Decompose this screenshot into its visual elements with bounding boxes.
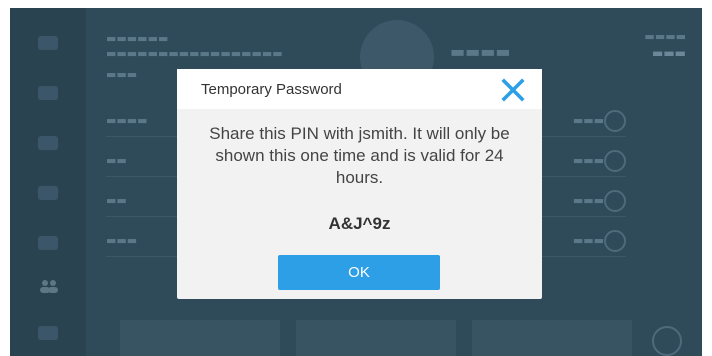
temporary-pin: A&J^9z bbox=[328, 214, 391, 233]
chevron-right-icon bbox=[604, 190, 626, 212]
header-detail-blurred: ▬▬▬ bbox=[106, 68, 138, 81]
ok-button[interactable]: OK bbox=[278, 255, 440, 290]
right-value-blurred: ▬▬▬ bbox=[651, 46, 686, 60]
users-icon bbox=[38, 278, 60, 294]
chevron-right-icon bbox=[604, 110, 626, 132]
dialog-header: Temporary Password bbox=[177, 69, 542, 109]
chevron-right-icon bbox=[604, 230, 626, 252]
close-icon[interactable] bbox=[500, 77, 526, 103]
footer-button bbox=[120, 320, 280, 356]
nav-icon bbox=[38, 86, 58, 100]
header-subtitle-blurred: ▬▬▬▬▬▬▬▬▬▬▬▬▬▬▬▬▬ bbox=[106, 47, 283, 60]
nav-icon bbox=[38, 236, 58, 250]
temperature-readout-blurred: ▬▬▬▬ bbox=[450, 42, 511, 61]
chevron-right-icon bbox=[604, 150, 626, 172]
footer-button bbox=[296, 320, 456, 356]
help-icon bbox=[652, 326, 682, 356]
dialog-title: Temporary Password bbox=[201, 81, 342, 98]
sidebar bbox=[10, 8, 86, 356]
nav-icon bbox=[38, 136, 58, 150]
dialog-message: Share this PIN with jsmith. It will only… bbox=[209, 124, 510, 187]
footer-button bbox=[472, 320, 632, 356]
right-label-blurred: ▬▬▬▬ bbox=[644, 30, 686, 43]
nav-icon bbox=[38, 326, 58, 340]
header-title-blurred: ▬▬▬▬▬▬ bbox=[106, 32, 169, 45]
temporary-password-dialog: Temporary Password Share this PIN with j… bbox=[177, 69, 542, 299]
nav-icon bbox=[38, 36, 58, 50]
nav-icon bbox=[38, 186, 58, 200]
